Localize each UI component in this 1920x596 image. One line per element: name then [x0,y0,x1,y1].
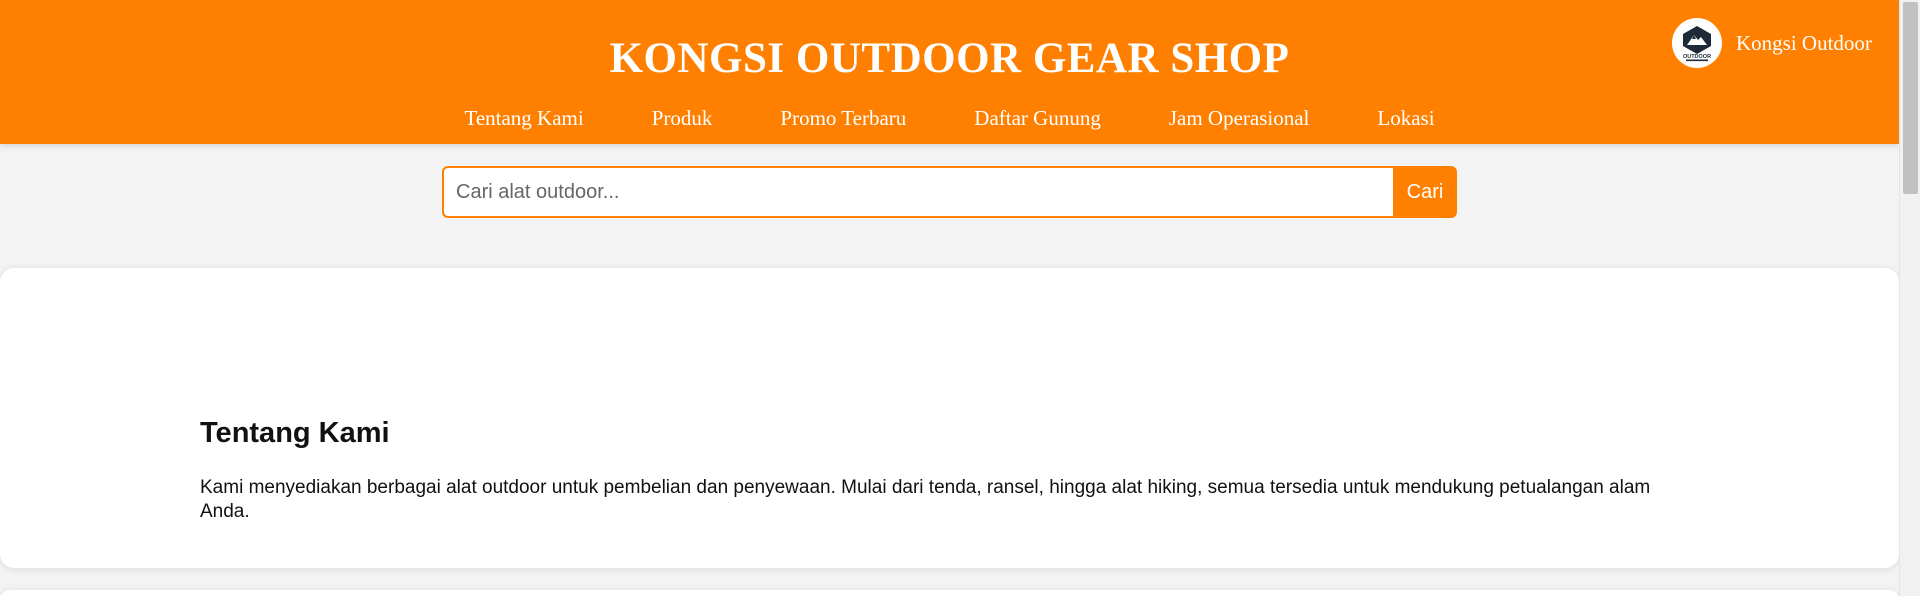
vertical-scrollbar[interactable] [1899,0,1920,596]
nav-item-promo-terbaru[interactable]: Promo Terbaru [780,106,906,131]
search-input[interactable] [442,166,1393,218]
about-text: Kami menyediakan berbagai alat outdoor u… [200,477,1651,522]
mountain-logo-icon: OUTDOOR [1672,18,1722,68]
main-nav: Tentang Kami Produk Promo Terbaru Daftar… [0,106,1899,131]
search-button[interactable]: Cari [1393,166,1457,218]
nav-item-lokasi[interactable]: Lokasi [1377,106,1434,131]
brand[interactable]: OUTDOOR Kongsi Outdoor [1672,18,1872,68]
nav-item-jam-operasional[interactable]: Jam Operasional [1169,106,1310,131]
mountain-logo-svg: OUTDOOR [1683,26,1711,62]
scrollbar-thumb[interactable] [1903,2,1918,194]
site-header: KONGSI OUTDOOR GEAR SHOP Tentang Kami Pr… [0,0,1899,144]
brand-name: Kongsi Outdoor [1736,30,1872,55]
brand-logo-text: OUTDOOR [1683,54,1711,60]
about-title: Tentang Kami [200,417,390,449]
nav-item-produk[interactable]: Produk [652,106,713,131]
nav-item-tentang-kami[interactable]: Tentang Kami [464,106,583,131]
nav-item-daftar-gunung[interactable]: Daftar Gunung [974,106,1101,131]
search-form: Cari [442,166,1457,218]
site-title: KONGSI OUTDOOR GEAR SHOP [609,35,1290,82]
next-section [0,590,1899,596]
about-section: Tentang Kami Kami menyediakan berbagai a… [0,268,1899,568]
